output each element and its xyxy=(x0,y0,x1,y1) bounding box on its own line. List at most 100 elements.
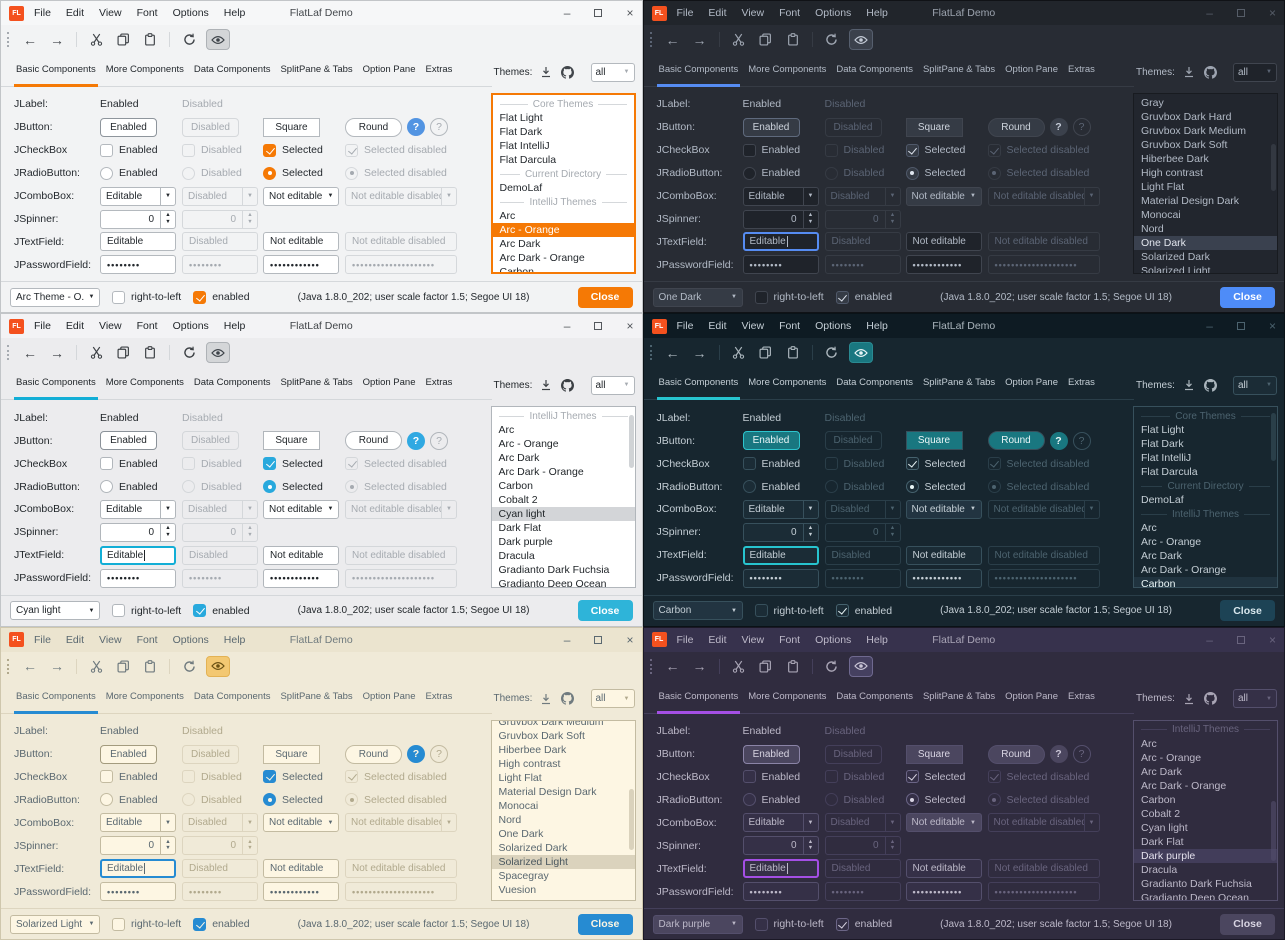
themes-list[interactable]: IntelliJ ThemesArcArc - OrangeArc DarkAr… xyxy=(491,406,636,587)
combobox-editable[interactable]: Editable▼ xyxy=(743,500,819,519)
theme-list-item[interactable]: Dark purple xyxy=(492,535,635,549)
menu-options[interactable]: Options xyxy=(173,320,209,332)
spinner-arrows-icon[interactable]: ▲▼ xyxy=(160,524,175,541)
tab-basic-components[interactable]: Basic Components xyxy=(654,57,744,86)
combobox-not-editable[interactable]: Not editable▼ xyxy=(263,187,339,206)
theme-list-item[interactable]: Arc Dark - Orange xyxy=(493,251,634,265)
menu-edit[interactable]: Edit xyxy=(66,320,84,332)
combobox-editable[interactable]: Editable▼ xyxy=(100,813,176,832)
theme-filter-combobox[interactable]: all ▼ xyxy=(591,63,635,82)
copy-icon[interactable] xyxy=(113,656,133,676)
tab-splitpane-tabs[interactable]: SplitPane & Tabs xyxy=(918,684,1000,713)
back-arrow-icon[interactable]: ← xyxy=(20,343,40,363)
theme-list-item[interactable]: Arc Dark - Orange xyxy=(1134,563,1277,577)
close-button[interactable]: Close xyxy=(1220,600,1275,621)
github-icon[interactable] xyxy=(1203,689,1218,709)
textfield-editable[interactable]: Editable xyxy=(100,232,176,251)
theme-filter-combobox[interactable]: all ▼ xyxy=(1233,689,1277,708)
tab-option-pane[interactable]: Option Pane xyxy=(1000,57,1063,86)
github-icon[interactable] xyxy=(560,689,575,709)
spinner[interactable]: 0▲▼ xyxy=(743,836,819,855)
themes-list[interactable]: GrayGruvbox Dark HardGruvbox Dark Medium… xyxy=(1133,93,1278,274)
menu-options[interactable]: Options xyxy=(173,7,209,19)
toolbar-grip[interactable] xyxy=(650,32,654,47)
help-button[interactable]: ? xyxy=(407,118,425,136)
spinner[interactable]: 0▲▼ xyxy=(100,210,176,229)
help-button-plain[interactable]: ? xyxy=(1073,118,1091,136)
checkbox-selected[interactable]: Selected xyxy=(263,457,345,470)
current-theme-combobox[interactable]: Arc Theme - O... ▼ xyxy=(10,288,100,307)
tab-data-components[interactable]: Data Components xyxy=(831,684,918,713)
right-to-left-checkbox[interactable]: right-to-left xyxy=(755,918,824,931)
theme-list-item[interactable]: Flat IntelliJ xyxy=(493,139,634,153)
spinner[interactable]: 0▲▼ xyxy=(743,523,819,542)
theme-list-item[interactable]: Carbon xyxy=(1134,793,1277,807)
toolbar-grip[interactable] xyxy=(7,659,11,674)
tab-option-pane[interactable]: Option Pane xyxy=(1000,370,1063,399)
round-button[interactable]: Round xyxy=(345,745,402,764)
help-button-plain[interactable]: ? xyxy=(430,745,448,763)
refresh-icon[interactable] xyxy=(822,343,842,363)
cut-scissors-icon[interactable] xyxy=(729,656,749,676)
eye-show-hidden-icon[interactable] xyxy=(206,656,230,677)
enabled-button[interactable]: Enabled xyxy=(743,118,800,137)
refresh-icon[interactable] xyxy=(179,656,199,676)
menu-help[interactable]: Help xyxy=(224,320,246,332)
radio-enabled[interactable]: Enabled xyxy=(100,480,182,493)
checkbox-enabled[interactable]: Enabled xyxy=(100,457,182,470)
tab-more-components[interactable]: More Components xyxy=(743,57,831,86)
theme-list-item[interactable]: Arc xyxy=(1134,521,1277,535)
theme-list-item[interactable]: Flat Light xyxy=(1134,423,1277,437)
textfield-editable[interactable]: Editable xyxy=(743,546,819,565)
spinner-arrows-icon[interactable]: ▲▼ xyxy=(803,524,818,541)
themes-list-scrollbar[interactable] xyxy=(1271,413,1276,461)
tab-splitpane-tabs[interactable]: SplitPane & Tabs xyxy=(275,370,357,399)
refresh-icon[interactable] xyxy=(822,30,842,50)
theme-list-item[interactable]: Gruvbox Dark Medium xyxy=(1134,124,1277,138)
radio-enabled[interactable]: Enabled xyxy=(100,167,182,180)
toolbar-grip[interactable] xyxy=(650,659,654,674)
close-window-button[interactable]: × xyxy=(626,634,633,646)
spinner-arrows-icon[interactable]: ▲▼ xyxy=(803,837,818,854)
tab-data-components[interactable]: Data Components xyxy=(831,370,918,399)
menu-file[interactable]: File xyxy=(677,7,694,19)
menu-edit[interactable]: Edit xyxy=(708,634,726,646)
tab-basic-components[interactable]: Basic Components xyxy=(654,684,744,713)
github-icon[interactable] xyxy=(1203,375,1218,395)
theme-list-item[interactable]: Solarized Dark xyxy=(492,841,635,855)
minimize-button[interactable]: – xyxy=(1206,320,1213,332)
theme-list-item[interactable]: Gruvbox Dark Soft xyxy=(1134,138,1277,152)
theme-list-item[interactable]: Arc Dark xyxy=(492,451,635,465)
round-button[interactable]: Round xyxy=(988,431,1045,450)
back-arrow-icon[interactable]: ← xyxy=(663,656,683,676)
menu-view[interactable]: View xyxy=(99,7,122,19)
tab-splitpane-tabs[interactable]: SplitPane & Tabs xyxy=(275,684,357,713)
close-button[interactable]: Close xyxy=(1220,914,1275,935)
menu-edit[interactable]: Edit xyxy=(708,320,726,332)
theme-list-item[interactable]: Gradianto Deep Ocean xyxy=(1134,891,1277,901)
spinner[interactable]: 0▲▼ xyxy=(743,210,819,229)
theme-list-item[interactable]: Gruvbox Dark Soft xyxy=(492,729,635,743)
tab-more-components[interactable]: More Components xyxy=(743,370,831,399)
square-button[interactable]: Square xyxy=(906,118,963,137)
tab-extras[interactable]: Extras xyxy=(420,684,457,713)
right-to-left-checkbox[interactable]: right-to-left xyxy=(755,291,824,304)
cut-scissors-icon[interactable] xyxy=(729,30,749,50)
theme-list-item[interactable]: Flat Light xyxy=(493,111,634,125)
tab-splitpane-tabs[interactable]: SplitPane & Tabs xyxy=(918,370,1000,399)
theme-list-item[interactable]: Arc - Orange xyxy=(492,437,635,451)
tab-option-pane[interactable]: Option Pane xyxy=(358,57,421,86)
refresh-icon[interactable] xyxy=(179,343,199,363)
theme-list-item[interactable]: Flat IntelliJ xyxy=(1134,451,1277,465)
theme-list-item[interactable]: Dark purple xyxy=(1134,849,1277,863)
theme-filter-combobox[interactable]: all ▼ xyxy=(1233,63,1277,82)
menu-options[interactable]: Options xyxy=(173,634,209,646)
eye-show-hidden-icon[interactable] xyxy=(849,656,873,677)
tab-option-pane[interactable]: Option Pane xyxy=(1000,684,1063,713)
themes-list-scrollbar[interactable] xyxy=(629,415,634,469)
theme-list-item[interactable]: Carbon xyxy=(492,479,635,493)
square-button[interactable]: Square xyxy=(906,745,963,764)
theme-list-item[interactable]: Material Design Dark xyxy=(1134,194,1277,208)
help-button-plain[interactable]: ? xyxy=(430,432,448,450)
radio-enabled[interactable]: Enabled xyxy=(743,793,825,806)
